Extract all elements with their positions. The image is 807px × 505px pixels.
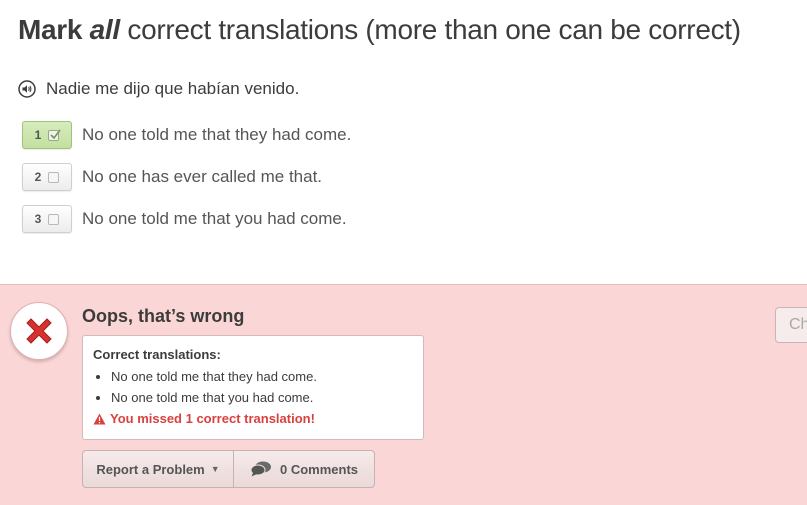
report-problem-button[interactable]: Report a Problem ▼: [83, 451, 234, 487]
comments-label: 0 Comments: [279, 461, 359, 477]
warning-icon: [93, 413, 106, 424]
option-1-checkbox[interactable]: 1: [22, 121, 72, 149]
option-3-checkbox[interactable]: 3: [22, 205, 72, 233]
title-all: all: [89, 14, 121, 45]
option-2-text[interactable]: No one has ever called me that.: [82, 167, 322, 187]
option-2-number: 2: [34, 170, 42, 184]
prompt-row: Nadie me dijo que habían venido.: [18, 79, 299, 99]
solution-box: Correct translations: No one told me tha…: [82, 335, 424, 440]
caret-down-icon: ▼: [210, 464, 220, 474]
option-2[interactable]: 2 No one has ever called me that.: [22, 162, 322, 192]
continue-label: Ch: [789, 316, 807, 333]
checkbox-icon: [48, 213, 60, 225]
comment-bubbles-icon: [250, 461, 271, 477]
option-1-number: 1: [34, 128, 42, 142]
continue-button[interactable]: Ch: [775, 307, 807, 343]
wrong-badge: [10, 302, 68, 360]
option-1-text[interactable]: No one told me that they had come.: [82, 125, 351, 145]
wrong-x-icon: [26, 318, 52, 344]
option-3-number: 3: [34, 212, 42, 226]
prompt-sentence: Nadie me dijo que habían venido.: [46, 79, 300, 98]
verdict-heading: Oops, that’s wrong: [82, 306, 245, 326]
title-rest: correct translations (more than one can …: [127, 14, 741, 45]
option-3[interactable]: 3 No one told me that you had come.: [22, 204, 347, 234]
solution-list: No one told me that they had come. No on…: [93, 369, 413, 405]
option-3-text[interactable]: No one told me that you had come.: [82, 209, 347, 229]
option-2-checkbox[interactable]: 2: [22, 163, 72, 191]
speaker-icon[interactable]: [18, 80, 36, 98]
report-problem-label: Report a Problem: [96, 461, 205, 477]
solution-item: No one told me that they had come.: [111, 369, 413, 384]
title-mark: Mark: [18, 14, 83, 45]
page-title: Mark all correct translations (more than…: [18, 14, 741, 46]
option-1[interactable]: 1 No one told me that they had come.: [22, 120, 351, 150]
missed-warning: You missed 1 correct translation!: [93, 411, 413, 426]
checkmark-icon: [48, 129, 61, 141]
action-button-group: Report a Problem ▼ 0 Comments: [82, 450, 375, 488]
checkbox-icon: [48, 171, 60, 183]
solution-item: No one told me that you had come.: [111, 390, 413, 405]
comments-button[interactable]: 0 Comments: [234, 451, 374, 487]
solution-heading: Correct translations:: [93, 347, 221, 362]
missed-text: You missed 1 correct translation!: [110, 411, 315, 426]
